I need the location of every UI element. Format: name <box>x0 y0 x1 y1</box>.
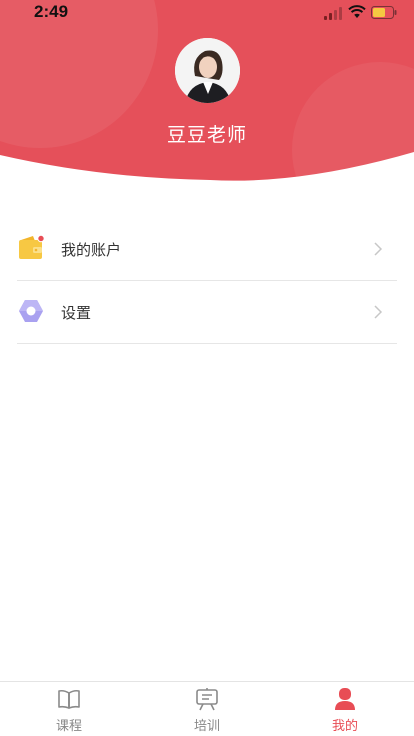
menu-item-label: 设置 <box>61 304 92 322</box>
tab-label: 我的 <box>331 719 358 734</box>
avatar[interactable] <box>175 38 240 103</box>
book-icon <box>58 689 80 709</box>
status-bar: 2:49 <box>0 0 414 26</box>
chevron-right-icon <box>374 242 383 256</box>
avatar-photo-icon <box>175 38 240 103</box>
profile-header: 2:49 豆豆老师 <box>0 0 414 185</box>
tab-courses[interactable]: 课程 <box>0 682 138 736</box>
menu-item-label: 我的账户 <box>61 241 122 259</box>
user-icon <box>335 688 355 710</box>
menu-item-my-account[interactable]: 我的账户 <box>17 218 397 281</box>
chevron-right-icon <box>374 305 383 319</box>
wifi-icon <box>348 5 366 18</box>
teacher-name: 豆豆老师 <box>166 124 247 146</box>
tab-training[interactable]: 培训 <box>138 682 276 736</box>
menu-item-settings[interactable]: 设置 <box>17 281 397 344</box>
tab-label: 培训 <box>193 719 220 734</box>
wallet-icon <box>19 235 44 259</box>
menu-list: 我的账户 设置 <box>17 218 397 344</box>
tab-mine[interactable]: 我的 <box>276 682 414 736</box>
training-board-icon <box>196 688 218 711</box>
tab-label: 课程 <box>55 719 82 734</box>
status-time: 2:49 <box>34 2 69 21</box>
signal-icon <box>324 7 344 20</box>
battery-icon <box>371 6 397 19</box>
bottom-tab-bar: 课程 培训 我的 <box>0 681 414 736</box>
settings-hexagon-icon <box>19 300 43 322</box>
